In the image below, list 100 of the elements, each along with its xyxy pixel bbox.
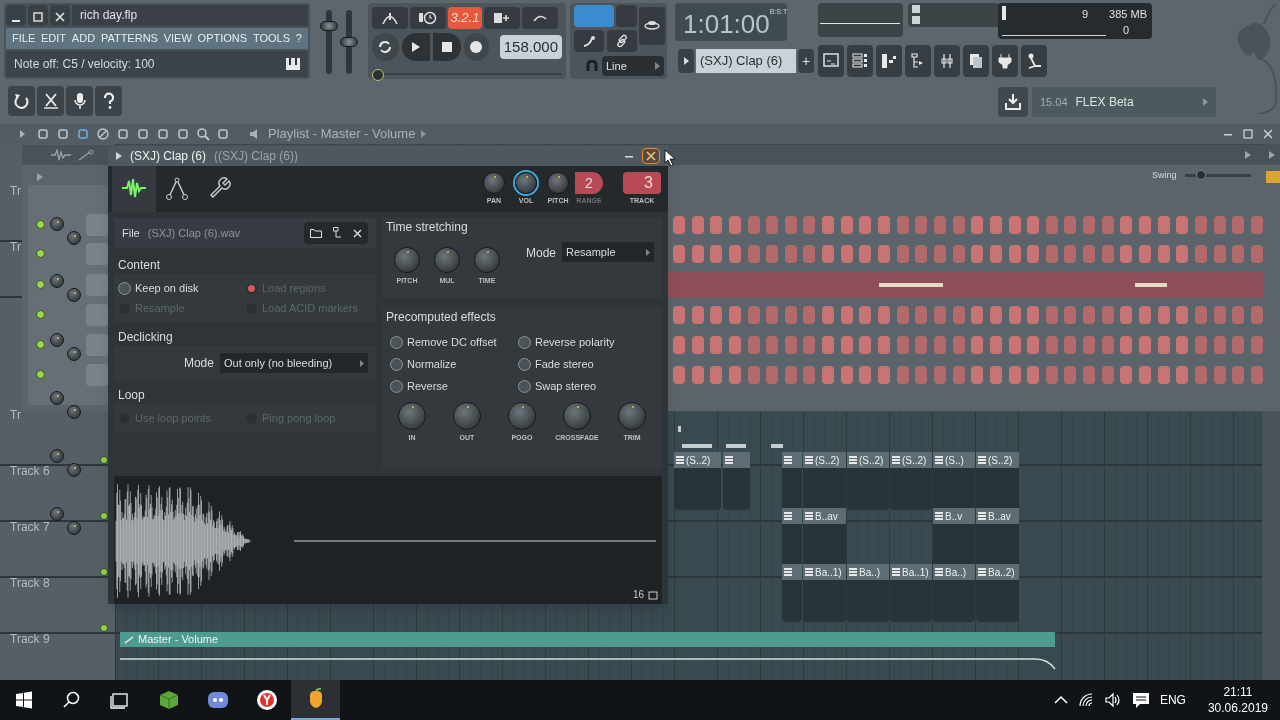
step-button[interactable] [1232,336,1245,354]
step-button[interactable] [1064,216,1077,234]
step-button[interactable] [859,366,872,384]
step-button[interactable] [691,245,704,263]
pattern-clip[interactable] [782,452,802,510]
step-button[interactable] [1157,216,1170,234]
pattern-clip[interactable]: (S..2) [803,452,846,510]
step-button[interactable] [840,366,853,384]
step-button[interactable] [989,336,1002,354]
snap-tool-button[interactable] [574,30,604,52]
step-button[interactable] [1064,245,1077,263]
track-name[interactable]: Track 8 [10,576,50,590]
piano-roll-button[interactable] [876,45,902,77]
knob[interactable] [67,405,81,419]
step-button[interactable] [1101,245,1114,263]
wait-button[interactable] [410,7,446,29]
step-button[interactable] [1213,216,1226,234]
channel-button[interactable] [86,214,108,236]
swing-slider[interactable] [1196,170,1207,180]
microphone-stand-button[interactable] [1021,45,1047,77]
step-button[interactable] [1194,336,1207,354]
step-button[interactable] [1213,306,1226,324]
pattern-clip[interactable] [723,452,750,510]
step-button[interactable] [1250,245,1263,263]
radio-button[interactable] [389,379,403,393]
step-button[interactable] [878,336,891,354]
step-button[interactable] [1101,366,1114,384]
step-button[interactable] [1027,336,1040,354]
radio-button[interactable] [517,335,531,349]
step-button[interactable] [1083,245,1096,263]
pattern-clip[interactable]: (S..) [933,452,975,510]
step-button[interactable] [989,306,1002,324]
knob[interactable] [617,402,646,430]
menu-item[interactable]: TOOLS [252,30,290,47]
delete-icon[interactable] [96,127,110,141]
knob[interactable] [473,247,500,274]
graph-icon[interactable] [78,149,94,161]
step-button[interactable] [971,366,984,384]
step-button[interactable] [933,245,946,263]
step-button[interactable] [747,216,760,234]
plug-button[interactable] [992,45,1018,77]
step-button[interactable] [971,306,984,324]
step-button[interactable] [1194,366,1207,384]
step-button[interactable] [1120,306,1133,324]
step-button[interactable] [1064,366,1077,384]
snap-dropdown[interactable]: Line [602,56,664,76]
step-button[interactable] [822,306,835,324]
track-mute-led[interactable] [100,624,108,632]
pattern-selector[interactable]: (SXJ) Clap (6) [696,49,796,73]
master-pitch-slider[interactable] [340,37,358,47]
blend-notes-button[interactable] [484,7,520,29]
step-button[interactable] [673,336,685,354]
pattern-clip[interactable]: (S..2) [674,452,721,510]
chevron-up-icon[interactable] [1053,695,1068,705]
step-button[interactable] [728,336,741,354]
track-name[interactable]: Track 7 [10,520,50,534]
knob[interactable] [507,402,536,430]
step-button[interactable] [896,306,909,324]
step-button[interactable] [822,366,835,384]
radio-button[interactable] [118,281,131,295]
track-name[interactable]: Track 6 [10,464,50,478]
pattern-clip[interactable]: (S..2) [847,452,889,510]
step-button[interactable] [1045,366,1058,384]
step-button[interactable] [1232,245,1245,263]
step-button[interactable] [1008,306,1021,324]
step-button[interactable] [822,245,835,263]
step-button[interactable] [1176,336,1189,354]
step-button[interactable] [766,336,779,354]
tempo-field[interactable]: 158.000 [499,35,562,59]
pattern-clip[interactable]: (S..2) [890,452,932,510]
step-button[interactable] [933,336,946,354]
step-button[interactable] [1120,216,1133,234]
step-button[interactable] [952,366,965,384]
countdown-display[interactable]: 3.2.1 [448,7,482,29]
step-button[interactable] [878,216,891,234]
step-button[interactable] [691,336,704,354]
step-button[interactable] [803,216,816,234]
pattern-clip[interactable]: Ba..) [933,564,975,622]
channel-led[interactable] [36,220,45,229]
step-button[interactable] [673,245,685,263]
step-button[interactable] [1232,216,1245,234]
step-button[interactable] [1008,336,1021,354]
step-button[interactable] [1008,366,1021,384]
step-button[interactable] [915,306,928,324]
channel-led[interactable] [36,310,45,319]
knob[interactable] [515,171,537,194]
step-button[interactable] [803,366,816,384]
step-button[interactable] [1176,245,1189,263]
step-button[interactable] [822,216,835,234]
menu-item[interactable]: ADD [71,30,96,47]
master-volume-slider[interactable] [320,21,338,31]
step-button[interactable] [766,216,779,234]
browser-button[interactable] [905,45,931,77]
news-banner[interactable]: 15.04 FLEX Beta [1032,87,1216,117]
step-button[interactable] [1027,366,1040,384]
step-button[interactable] [915,245,928,263]
step-button[interactable] [747,245,760,263]
scissors-button[interactable] [37,86,64,116]
step-button[interactable] [933,306,946,324]
step-button[interactable] [784,366,797,384]
